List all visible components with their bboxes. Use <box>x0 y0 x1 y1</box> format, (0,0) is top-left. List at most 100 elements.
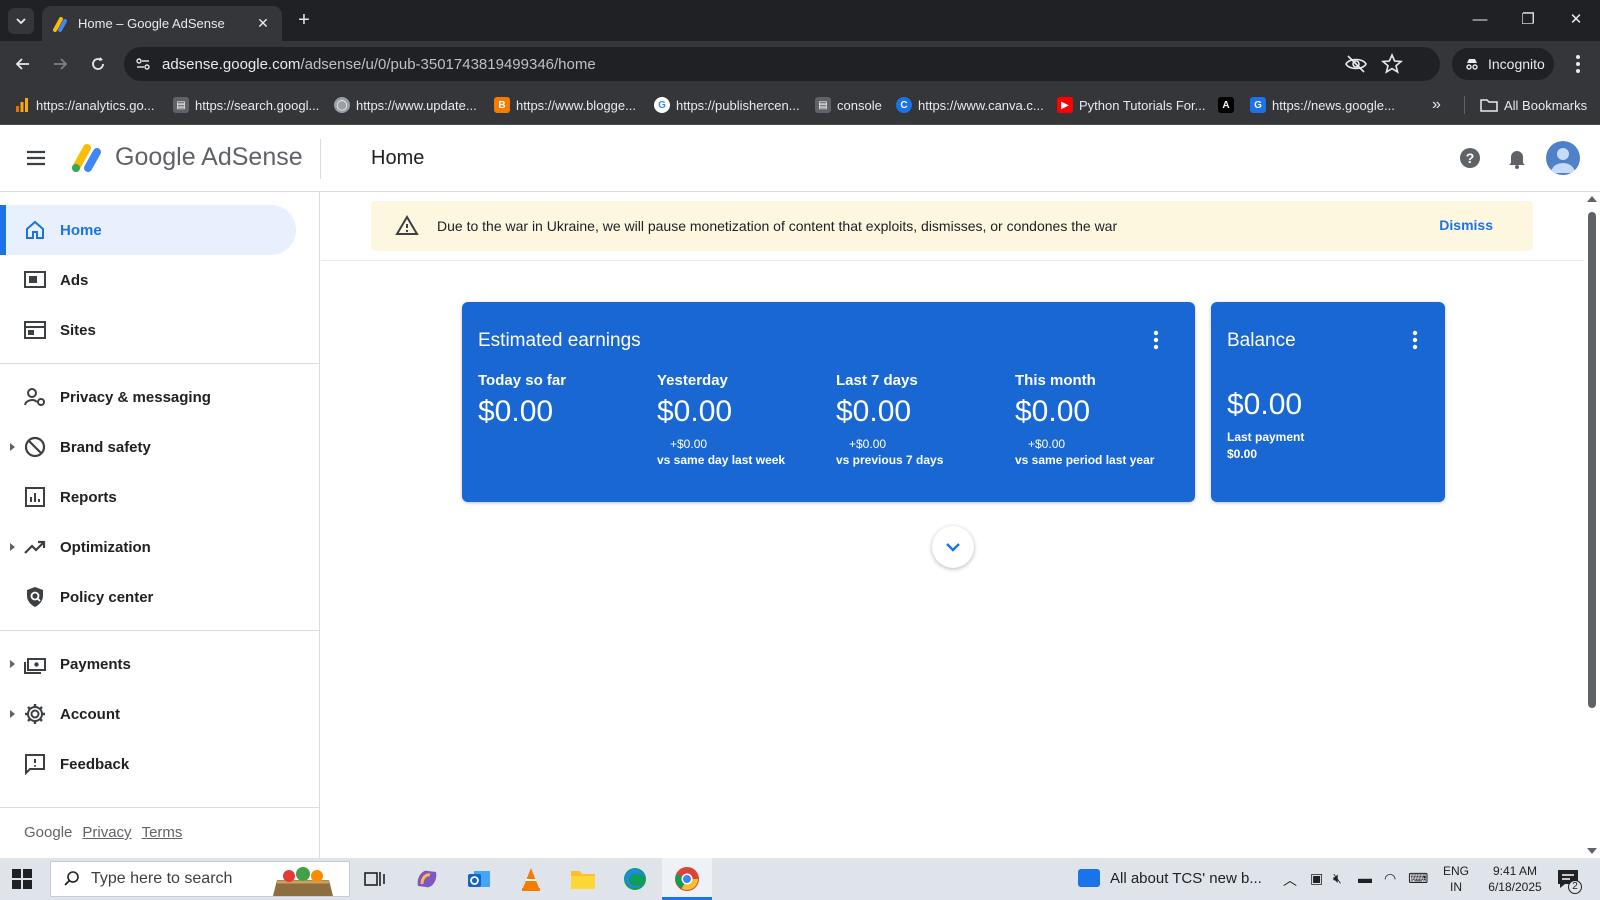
expand-caret-icon <box>10 543 15 551</box>
windows-start-icon[interactable] <box>12 869 32 889</box>
outlook-icon[interactable] <box>464 864 494 894</box>
sidebar-item-privacy-messaging[interactable]: Privacy & messaging <box>0 372 296 422</box>
minimize-button[interactable]: — <box>1466 8 1494 32</box>
metric-this-month[interactable]: This month $0.00 +$0.00 vs same period l… <box>1015 372 1185 467</box>
sidebar-item-feedback[interactable]: Feedback <box>0 739 296 789</box>
sidebar-item-label: Home <box>60 221 102 239</box>
browser-tab-active[interactable]: Home – Google AdSense ✕ <box>42 6 282 41</box>
metric-value: $0.00 <box>478 395 554 428</box>
balance-value: $0.00 <box>1227 388 1303 421</box>
help-icon[interactable]: ? <box>1458 146 1482 170</box>
copilot-icon[interactable] <box>412 864 442 894</box>
scroll-down-arrow-icon[interactable] <box>1587 848 1597 854</box>
bookmark-item[interactable]: Bhttps://www.blogge... <box>494 95 636 115</box>
chrome-taskbar-button[interactable] <box>662 858 712 900</box>
wifi-icon[interactable]: ◠ <box>1384 870 1396 887</box>
file-explorer-icon[interactable] <box>568 864 598 894</box>
more-vert-icon[interactable] <box>1144 328 1168 352</box>
notifications-bell-icon[interactable] <box>1505 146 1529 170</box>
reload-icon <box>92 57 104 70</box>
warning-icon <box>395 215 419 235</box>
expand-cards-button[interactable] <box>932 526 974 568</box>
metric-last-7-days[interactable]: Last 7 days $0.00 +$0.00 vs previous 7 d… <box>836 372 1006 467</box>
close-window-button[interactable]: ✕ <box>1562 8 1590 32</box>
expand-caret-icon <box>10 660 15 668</box>
privacy-icon <box>24 388 45 406</box>
taskbar-search-box[interactable]: Type here to search <box>50 861 350 897</box>
menu-icon[interactable] <box>24 146 48 170</box>
bookmark-item[interactable]: Ghttps://news.google... <box>1250 95 1395 115</box>
metric-value: $0.00 <box>836 395 912 428</box>
sidebar-item-label: Privacy & messaging <box>60 388 211 406</box>
chevron-down-icon <box>16 18 26 25</box>
privacy-link[interactable]: Privacy <box>82 824 131 841</box>
more-vert-icon[interactable] <box>1403 328 1427 352</box>
metric-label: Today so far <box>478 372 567 389</box>
more-bookmarks-chevron-icon[interactable]: » <box>1432 95 1441 115</box>
bookmark-item[interactable]: A <box>1218 95 1240 115</box>
bookmark-item[interactable]: ▶ Python Tutorials For... <box>1057 95 1205 115</box>
google-icon: G <box>654 97 670 113</box>
system-clock[interactable]: 9:41 AM 6/18/2025 <box>1480 863 1550 895</box>
account-avatar[interactable] <box>1546 141 1580 175</box>
product-name: Google AdSense <box>115 143 303 171</box>
sidebar-item-optimization[interactable]: Optimization <box>0 522 296 572</box>
eye-off-icon[interactable] <box>1344 52 1368 76</box>
sidebar-item-brand-safety[interactable]: Brand safety <box>0 422 296 472</box>
all-bookmarks-button[interactable]: All Bookmarks <box>1480 95 1587 115</box>
metric-today[interactable]: Today so far $0.00 <box>478 372 648 429</box>
edge-icon[interactable] <box>620 864 650 894</box>
site-info-icon[interactable] <box>130 51 156 77</box>
chevron-down-icon <box>946 543 960 552</box>
forward-button[interactable] <box>46 50 74 78</box>
tab-search-button[interactable] <box>8 8 34 34</box>
battery-icon[interactable]: ▬ <box>1358 870 1372 886</box>
input-language-indicator[interactable]: ENG IN <box>1443 863 1469 895</box>
scroll-thumb[interactable] <box>1588 212 1596 708</box>
terms-link[interactable]: Terms <box>142 824 183 841</box>
sidebar-divider <box>0 807 320 808</box>
bookmark-item[interactable]: Chttps://www.canva.c... <box>896 95 1044 115</box>
url-path: /adsense/u/0/pub-3501743819499346/home <box>300 55 596 73</box>
dismiss-button[interactable]: Dismiss <box>1439 217 1493 233</box>
scroll-up-arrow-icon[interactable] <box>1587 196 1597 202</box>
sidebar-item-sites[interactable]: Sites <box>0 305 296 355</box>
bookmark-item[interactable]: ▤ https://search.googl... <box>173 95 319 115</box>
task-view-icon[interactable] <box>360 864 390 894</box>
last-payment-label: Last payment <box>1227 430 1305 444</box>
news-text: All about TCS' new b... <box>1110 869 1262 887</box>
sidebar-item-reports[interactable]: Reports <box>0 472 296 522</box>
bookmark-item[interactable]: https://analytics.go... <box>14 95 155 115</box>
policy-icon <box>27 587 43 607</box>
vlc-icon[interactable] <box>516 864 546 894</box>
bookmark-star-icon[interactable] <box>1380 52 1404 76</box>
incognito-indicator[interactable]: Incognito <box>1452 48 1554 80</box>
globe-icon: ◯ <box>334 97 350 113</box>
show-hidden-icons-chevron-icon[interactable]: ︿ <box>1283 870 1297 890</box>
new-tab-button[interactable]: + <box>292 9 316 33</box>
bookmark-item[interactable]: Ghttps://publishercen... <box>654 95 800 115</box>
back-button[interactable] <box>9 50 37 78</box>
metric-delta: +$0.00 <box>849 437 887 451</box>
sidebar-item-ads[interactable]: Ads <box>0 255 296 305</box>
balance-card[interactable]: Balance $0.00 Last payment $0.00 <box>1211 302 1445 502</box>
keyboard-icon[interactable]: ⌨︎ <box>1408 870 1428 887</box>
sidebar-item-home[interactable]: Home <box>0 205 296 255</box>
close-tab-icon[interactable]: ✕ <box>254 15 272 32</box>
volume-muted-icon[interactable]: 🔇︎ <box>1333 870 1342 887</box>
sidebar-item-account[interactable]: Account <box>0 689 296 739</box>
news-widget[interactable]: All about TCS' new b... <box>1078 869 1262 887</box>
bookmark-item[interactable]: ▤ console <box>815 95 882 115</box>
address-bar[interactable]: adsense.google.com/adsense/u/0/pub-35017… <box>124 47 1440 81</box>
restore-button[interactable]: ❐ <box>1514 8 1542 32</box>
metric-yesterday[interactable]: Yesterday $0.00 +$0.00 vs same day last … <box>657 372 827 467</box>
page-scrollbar[interactable] <box>1584 192 1600 858</box>
blogger-icon: B <box>494 97 510 113</box>
sidebar-item-payments[interactable]: Payments <box>0 639 296 689</box>
reload-button[interactable] <box>84 50 112 78</box>
meet-now-icon[interactable]: ▣ <box>1310 870 1323 887</box>
browser-menu-icon[interactable] <box>1566 52 1590 76</box>
bookmark-item[interactable]: ◯ https://www.update... <box>334 95 477 115</box>
canva-icon: C <box>896 97 912 113</box>
sidebar-item-policy-center[interactable]: Policy center <box>0 572 296 622</box>
